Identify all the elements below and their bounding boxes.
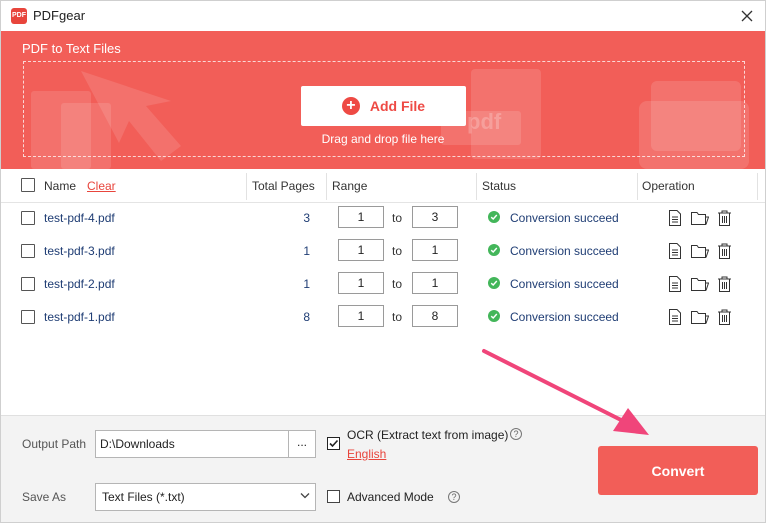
close-button[interactable] — [735, 4, 759, 28]
add-file-button[interactable]: + Add File — [301, 86, 466, 126]
advanced-mode-label: Advanced Mode — [347, 490, 434, 504]
delete-icon[interactable] — [717, 210, 732, 226]
save-as-label: Save As — [22, 490, 67, 504]
file-name: test-pdf-1.pdf — [44, 310, 115, 324]
column-divider — [246, 173, 247, 200]
open-file-icon[interactable] — [668, 309, 682, 325]
column-divider — [326, 173, 327, 200]
row-checkbox[interactable] — [21, 310, 35, 324]
range-from-input[interactable]: 1 — [338, 239, 384, 261]
success-check-icon — [488, 310, 500, 322]
delete-icon[interactable] — [717, 309, 732, 325]
file-name: test-pdf-2.pdf — [44, 277, 115, 291]
file-name: test-pdf-4.pdf — [44, 211, 115, 225]
checkmark-icon — [329, 439, 339, 448]
range-separator: to — [392, 310, 403, 324]
row-checkbox[interactable] — [21, 277, 35, 291]
table-row: test-pdf-4.pdf 3 1 to 3 Conversion succe… — [1, 202, 765, 235]
add-file-label: Add File — [369, 98, 426, 114]
save-as-select[interactable]: Text Files (*.txt) — [95, 483, 316, 511]
range-to-input[interactable]: 1 — [412, 239, 458, 261]
output-path-input[interactable]: D:\Downloads — [95, 430, 289, 458]
success-check-icon — [488, 277, 500, 289]
ocr-help-icon[interactable]: ? — [510, 428, 522, 440]
column-divider — [757, 173, 758, 200]
range-from-input[interactable]: 1 — [338, 272, 384, 294]
delete-icon[interactable] — [717, 243, 732, 259]
ocr-label: OCR (Extract text from image) — [347, 428, 509, 442]
column-header-name: Name — [44, 179, 77, 193]
open-folder-icon[interactable] — [691, 243, 709, 259]
chevron-down-icon — [300, 493, 310, 499]
advanced-mode-checkbox[interactable] — [327, 490, 340, 503]
file-list: test-pdf-4.pdf 3 1 to 3 Conversion succe… — [1, 202, 765, 415]
table-row: test-pdf-3.pdf 1 1 to 1 Conversion succe… — [1, 235, 765, 268]
open-folder-icon[interactable] — [691, 276, 709, 292]
save-as-value: Text Files (*.txt) — [102, 490, 185, 504]
range-to-input[interactable]: 3 — [412, 206, 458, 228]
open-file-icon[interactable] — [668, 210, 682, 226]
range-to-input[interactable]: 1 — [412, 272, 458, 294]
close-icon — [741, 10, 753, 22]
status-text: Conversion succeed — [510, 310, 619, 324]
drop-area-banner[interactable]: pdf PDF to Text Files + Add File Drag an… — [1, 31, 765, 169]
clear-link[interactable]: Clear — [87, 179, 116, 193]
ocr-language-link[interactable]: English — [347, 447, 386, 461]
pdfgear-logo-icon: PDF — [11, 8, 27, 24]
pdfgear-window: PDF PDFgear pdf PDF to Text Files + Add … — [0, 0, 766, 523]
success-check-icon — [488, 244, 500, 256]
app-title: PDFgear — [33, 8, 86, 23]
range-from-input[interactable]: 1 — [338, 305, 384, 327]
column-header-range: Range — [332, 179, 368, 193]
browse-button[interactable]: ... — [288, 430, 316, 458]
column-divider — [476, 173, 477, 200]
status-text: Conversion succeed — [510, 211, 619, 225]
plus-circle-icon: + — [341, 97, 360, 115]
column-header-total-pages: Total Pages — [252, 179, 315, 193]
range-separator: to — [392, 211, 403, 225]
drag-drop-hint: Drag and drop file here — [321, 132, 445, 146]
success-check-icon — [488, 211, 500, 223]
open-file-icon[interactable] — [668, 276, 682, 292]
column-divider — [637, 173, 638, 200]
table-row: test-pdf-2.pdf 1 1 to 1 Conversion succe… — [1, 268, 765, 301]
total-pages-value: 1 — [303, 277, 310, 291]
total-pages-value: 8 — [303, 310, 310, 324]
total-pages-value: 1 — [303, 244, 310, 258]
range-from-input[interactable]: 1 — [338, 206, 384, 228]
select-all-checkbox[interactable] — [21, 178, 35, 192]
row-checkbox[interactable] — [21, 244, 35, 258]
page-title: PDF to Text Files — [22, 41, 121, 56]
file-table-header: Name Clear Total Pages Range Status Oper… — [1, 169, 765, 203]
row-checkbox[interactable] — [21, 211, 35, 225]
output-path-label: Output Path — [22, 437, 87, 451]
column-header-status: Status — [482, 179, 517, 193]
title-bar: PDF PDFgear — [1, 1, 765, 31]
total-pages-value: 3 — [303, 211, 310, 225]
range-separator: to — [392, 244, 403, 258]
table-row: test-pdf-1.pdf 8 1 to 8 Conversion succe… — [1, 301, 765, 334]
range-to-input[interactable]: 8 — [412, 305, 458, 327]
status-text: Conversion succeed — [510, 244, 619, 258]
advanced-mode-help-icon[interactable]: ? — [448, 491, 460, 503]
delete-icon[interactable] — [717, 276, 732, 292]
column-header-operation: Operation — [642, 179, 695, 193]
ocr-checkbox[interactable] — [327, 437, 340, 450]
range-separator: to — [392, 277, 403, 291]
open-folder-icon[interactable] — [691, 309, 709, 325]
status-text: Conversion succeed — [510, 277, 619, 291]
open-folder-icon[interactable] — [691, 210, 709, 226]
output-settings-panel: Output Path D:\Downloads ... OCR (Extrac… — [1, 415, 765, 522]
open-file-icon[interactable] — [668, 243, 682, 259]
convert-button[interactable]: Convert — [598, 446, 758, 495]
file-name: test-pdf-3.pdf — [44, 244, 115, 258]
